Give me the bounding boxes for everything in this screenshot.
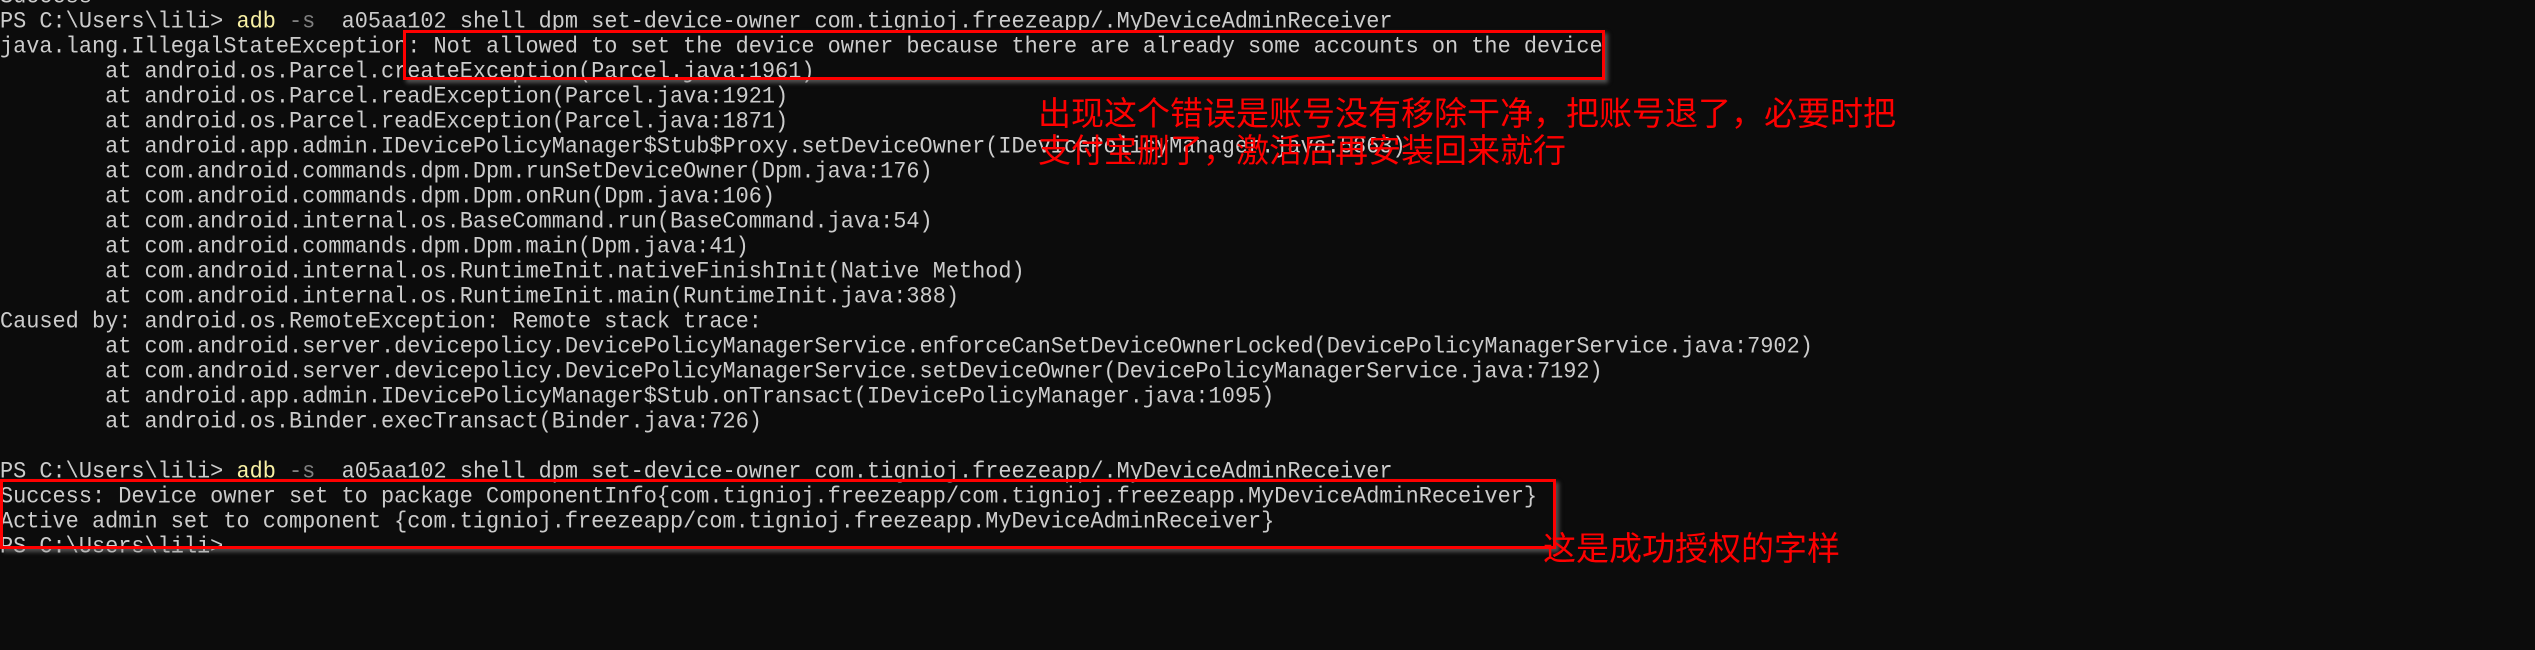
output-line: java.lang.IllegalStateException: Not all…	[0, 33, 1813, 60]
output-text: java.lang.IllegalStateException: Not all…	[0, 33, 1603, 60]
output-text: at android.os.Parcel.createException(Par…	[0, 58, 815, 85]
shell-prompt: PS C:\Users\lili>	[0, 533, 224, 560]
output-text: at com.android.internal.os.RuntimeInit.n…	[0, 258, 1025, 285]
command-name: adb	[236, 458, 276, 485]
output-line: at com.android.commands.dpm.Dpm.main(Dpm…	[0, 233, 1813, 260]
output-line: at android.os.Parcel.createException(Par…	[0, 58, 1813, 85]
output-line: at android.app.admin.IDevicePolicyManage…	[0, 383, 1813, 410]
command-line: PS C:\Users\lili> adb -s a05aa102 shell …	[0, 8, 1813, 35]
output-line: Active admin set to component {com.tigni…	[0, 508, 1813, 535]
output-text: at android.os.Parcel.readException(Parce…	[0, 83, 789, 110]
success-annotation: 这是成功授权的字样	[1543, 529, 1840, 568]
output-text: at android.os.Binder.execTransact(Binder…	[0, 408, 762, 435]
output-text: at com.android.internal.os.RuntimeInit.m…	[0, 283, 959, 310]
output-text: at com.android.server.devicepolicy.Devic…	[0, 333, 1813, 360]
output-line: at com.android.internal.os.RuntimeInit.n…	[0, 258, 1813, 285]
output-text: at com.android.commands.dpm.Dpm.runSetDe…	[0, 158, 933, 185]
command-name: adb	[236, 8, 276, 35]
command-args: a05aa102 shell dpm set-device-owner com.…	[315, 458, 1393, 485]
command-flag: -s	[289, 458, 316, 485]
output-text: at com.android.internal.os.BaseCommand.r…	[0, 208, 933, 235]
output-text: Success: Device owner set to package Com…	[0, 483, 1537, 510]
command-flag: -s	[289, 8, 316, 35]
output-text: at android.os.Parcel.readException(Parce…	[0, 108, 789, 135]
output-text: Active admin set to component {com.tigni…	[0, 508, 1275, 535]
output-line: at com.android.internal.os.BaseCommand.r…	[0, 208, 1813, 235]
output-text: at com.android.commands.dpm.Dpm.main(Dpm…	[0, 233, 749, 260]
output-text: at com.android.commands.dpm.Dpm.onRun(Dp…	[0, 183, 776, 210]
shell-prompt: PS C:\Users\lili>	[0, 8, 237, 35]
error-annotation: 出现这个错误是账号没有移除干净，把账号退了，必要时把 支付宝删了，激活后再安装回…	[1038, 95, 1896, 169]
output-text: at android.app.admin.IDevicePolicyManage…	[0, 383, 1275, 410]
shell-prompt-line: PS C:\Users\lili>	[0, 533, 1813, 560]
error-annotation-line2: 支付宝删了，激活后再安装回来就行	[1038, 131, 1566, 170]
output-text: at com.android.server.devicepolicy.Devic…	[0, 358, 1603, 385]
terminal-output[interactable]: SuccessPS C:\Users\lili> adb -s a05aa102…	[0, 0, 1813, 560]
command-line: PS C:\Users\lili> adb -s a05aa102 shell …	[0, 458, 1813, 485]
output-text: Caused by: android.os.RemoteException: R…	[0, 308, 762, 335]
error-annotation-line1: 出现这个错误是账号没有移除干净，把账号退了，必要时把	[1038, 94, 1896, 133]
output-line: at com.android.server.devicepolicy.Devic…	[0, 333, 1813, 360]
output-line: Caused by: android.os.RemoteException: R…	[0, 308, 1813, 335]
output-line: at com.android.internal.os.RuntimeInit.m…	[0, 283, 1813, 310]
output-line: at com.android.commands.dpm.Dpm.onRun(Dp…	[0, 183, 1813, 210]
output-line: at com.android.server.devicepolicy.Devic…	[0, 358, 1813, 385]
output-line: at android.os.Binder.execTransact(Binder…	[0, 408, 1813, 435]
shell-prompt: PS C:\Users\lili>	[0, 458, 237, 485]
output-line: Success: Device owner set to package Com…	[0, 483, 1813, 510]
command-args: a05aa102 shell dpm set-device-owner com.…	[315, 8, 1393, 35]
